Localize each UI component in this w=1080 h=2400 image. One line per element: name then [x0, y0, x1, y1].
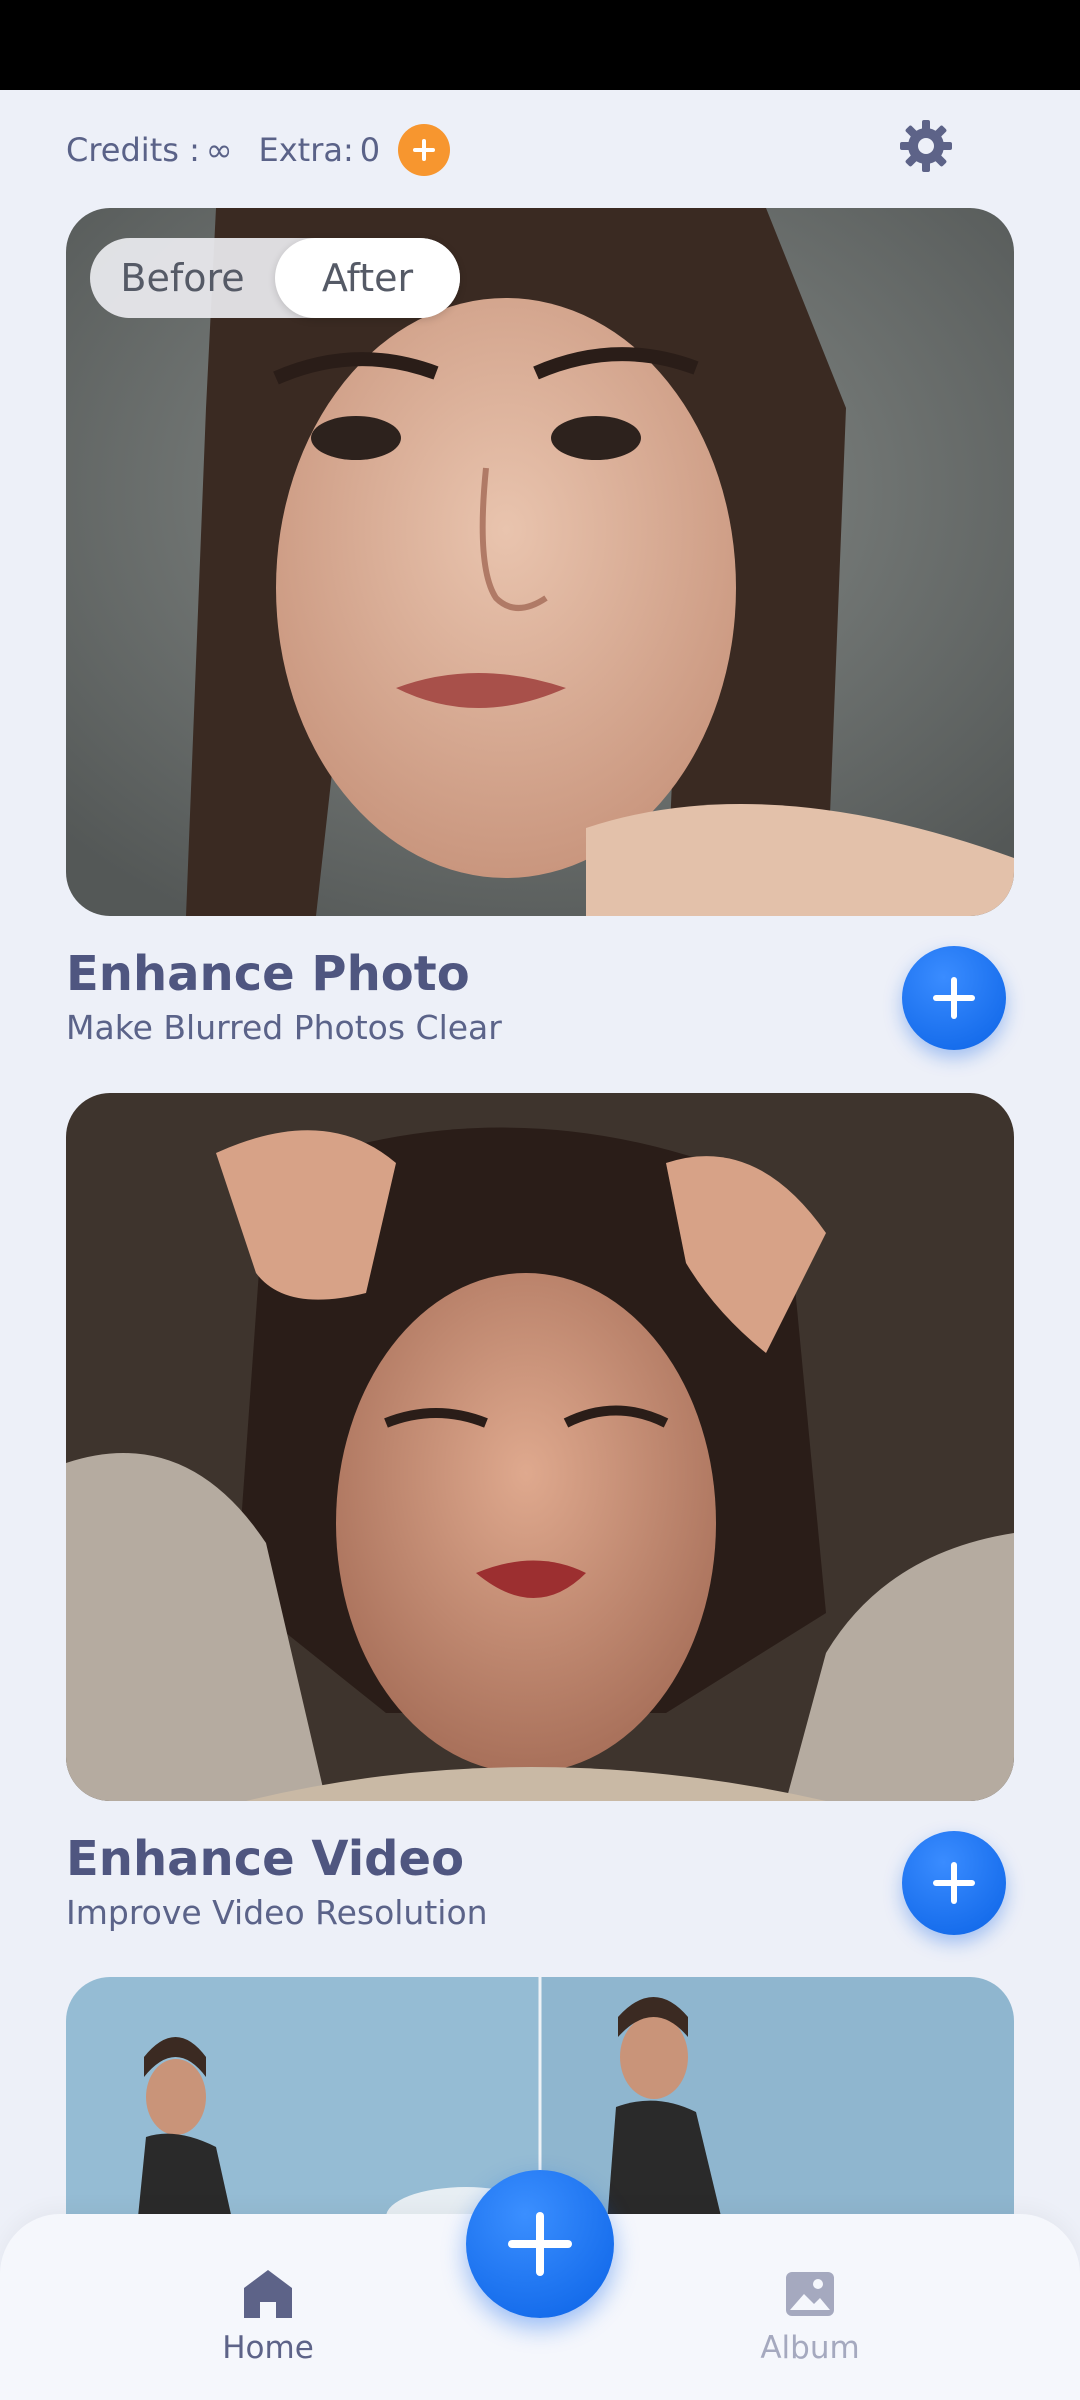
- image-icon: [786, 2272, 834, 2316]
- top-bar: Credits : ∞ Extra: 0: [66, 120, 966, 180]
- status-bar: [0, 0, 1080, 90]
- enhance-photo-feature: Enhance Photo Make Blurred Photos Clear: [66, 946, 1014, 1056]
- enhance-photo-title: Enhance Photo: [66, 946, 470, 1002]
- enhance-video-subtitle: Improve Video Resolution: [66, 1893, 488, 1932]
- plus-icon: [508, 2212, 572, 2276]
- add-button[interactable]: [466, 2170, 614, 2318]
- enhance-photo-preview[interactable]: Before After: [66, 208, 1014, 916]
- credits-label: Credits :: [66, 131, 200, 169]
- nav-album-label: Album: [760, 2330, 860, 2366]
- gear-icon[interactable]: [894, 114, 958, 178]
- enhance-video-title: Enhance Video: [66, 1831, 465, 1887]
- nav-home[interactable]: Home: [198, 2266, 338, 2366]
- plus-icon: [933, 1862, 975, 1904]
- plus-icon: [933, 977, 975, 1019]
- extra-label: Extra:: [258, 131, 354, 169]
- enhance-photo-subtitle: Make Blurred Photos Clear: [66, 1008, 502, 1047]
- home-icon: [244, 2270, 292, 2318]
- enhance-video-add-button[interactable]: [902, 1831, 1006, 1935]
- plus-icon: [413, 139, 436, 161]
- before-option[interactable]: Before: [90, 238, 275, 318]
- enhance-photo-add-button[interactable]: [902, 946, 1006, 1050]
- enhance-video-feature: Enhance Video Improve Video Resolution: [66, 1831, 1014, 1941]
- nav-home-label: Home: [222, 2330, 314, 2366]
- credits-value: ∞: [205, 131, 233, 169]
- enhance-video-preview[interactable]: [66, 1093, 1014, 1801]
- before-after-toggle[interactable]: Before After: [90, 238, 460, 318]
- extra-value: 0: [359, 131, 381, 169]
- add-credit-button[interactable]: [398, 124, 451, 176]
- after-option[interactable]: After: [275, 238, 460, 318]
- video-still: [66, 1093, 1014, 1801]
- credits-info: Credits : ∞ Extra: 0: [66, 124, 451, 176]
- nav-album[interactable]: Album: [740, 2266, 880, 2366]
